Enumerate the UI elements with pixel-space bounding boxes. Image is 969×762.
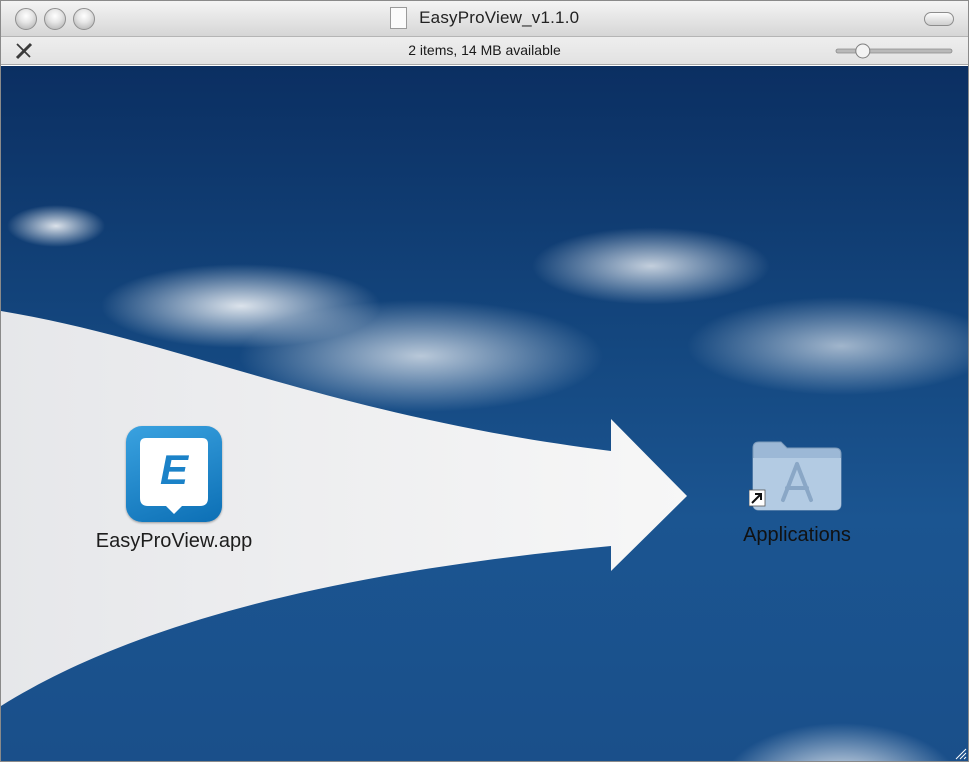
easyproview-app-item[interactable]: E EasyProView.app (79, 426, 269, 553)
status-bar: 2 items, 14 MB available (1, 37, 968, 65)
status-text: 2 items, 14 MB available (408, 42, 561, 58)
window-content: E EasyProView.app Applications (1, 66, 968, 761)
applications-folder-item[interactable]: Applications (707, 434, 887, 547)
toolbar-toggle-button[interactable] (924, 12, 954, 26)
document-icon (389, 7, 407, 29)
install-arrow-graphic (1, 311, 687, 706)
finder-window: EasyProView_v1.1.0 2 items, 14 MB availa… (0, 0, 969, 762)
applications-folder-icon[interactable] (748, 434, 845, 514)
easyproview-app-icon[interactable]: E (126, 426, 222, 522)
icon-size-slider[interactable] (834, 42, 954, 60)
easyproview-app-label: EasyProView.app (95, 530, 253, 552)
resize-grip-icon[interactable] (953, 746, 967, 760)
window-title-area: EasyProView_v1.1.0 (1, 7, 968, 31)
alias-arrow-icon (748, 489, 766, 507)
app-icon-letter: E (160, 446, 190, 493)
window-title: EasyProView_v1.1.0 (419, 8, 580, 27)
title-bar[interactable]: EasyProView_v1.1.0 (1, 1, 968, 37)
applications-folder-label: Applications (743, 524, 851, 546)
